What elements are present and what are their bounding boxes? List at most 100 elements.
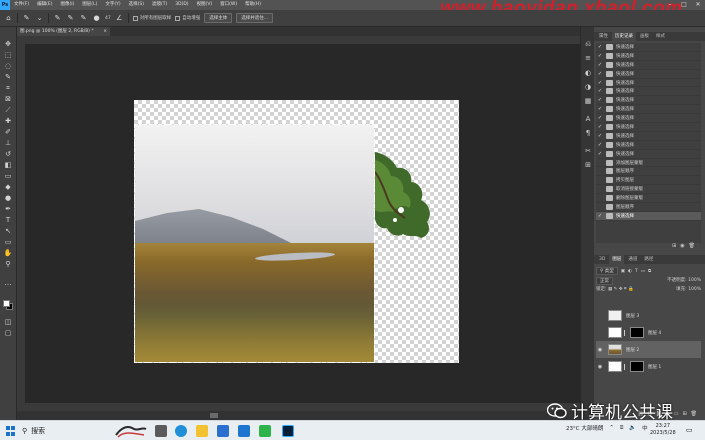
new-snapshot-icon[interactable]: ◉	[680, 243, 684, 251]
fill-control[interactable]: 填充: 100%	[676, 286, 701, 294]
channels-icon[interactable]: ⊞	[583, 161, 593, 170]
add-selection-icon[interactable]: ✎	[66, 14, 75, 23]
history-item[interactable]: 删除图层蒙版	[596, 194, 701, 204]
wechat-app-icon[interactable]	[259, 425, 271, 437]
windows-start-icon[interactable]	[6, 426, 16, 436]
dodge-tool-icon[interactable]: ●	[3, 194, 13, 203]
ime-indicator[interactable]: 中	[642, 424, 648, 432]
blur-tool-icon[interactable]: ◆	[3, 183, 13, 192]
task-view-icon[interactable]	[155, 425, 167, 437]
tools-preset-icon[interactable]: ✂	[583, 147, 593, 156]
properties-panel-icon[interactable]: ≡	[583, 54, 593, 63]
scrollbar-thumb[interactable]	[210, 413, 218, 418]
history-item[interactable]: ✓ 快速选择	[596, 123, 701, 132]
eye-icon[interactable]: ◉	[596, 347, 604, 353]
zoom-tool-icon[interactable]: ⚲	[3, 260, 13, 269]
type-tool-icon[interactable]: T	[3, 216, 13, 225]
layer-row[interactable]: ◉ 图层 2	[596, 341, 701, 358]
history-item[interactable]: 图层顺序	[596, 203, 701, 212]
frame-tool-icon[interactable]: ⊠	[3, 95, 13, 104]
history-item[interactable]: ✓ 快速选择	[596, 70, 701, 79]
volume-icon[interactable]: 🔈	[629, 425, 636, 431]
network-icon[interactable]: ⌸	[620, 425, 623, 432]
eyedropper-tool-icon[interactable]: ⟋	[3, 106, 13, 115]
mask-link-icon[interactable]	[624, 329, 628, 336]
quick-select-tool-icon[interactable]: ✎	[22, 14, 31, 23]
layer-row[interactable]: ◉ 图层 1	[596, 358, 701, 375]
menu-file[interactable]: 文件(F)	[10, 0, 33, 10]
menu-3d[interactable]: 3D(D)	[171, 0, 192, 10]
chevron-down-icon[interactable]: ⌄	[35, 14, 44, 23]
gradient-tool-icon[interactable]: ▭	[3, 172, 13, 181]
delete-state-icon[interactable]: 🗑	[689, 243, 695, 251]
sample-all-layers-checkbox[interactable]: 对所有图层取样	[132, 15, 171, 21]
filter-pixel-icon[interactable]: ▣	[621, 269, 625, 274]
auto-enhance-checkbox[interactable]: 自动增强	[175, 15, 200, 21]
hand-tool-icon[interactable]: ✋	[3, 249, 13, 258]
crop-tool-icon[interactable]: ⌗	[3, 84, 13, 93]
adjustments-panel-icon[interactable]: ◐	[583, 69, 593, 78]
history-panel-icon[interactable]: ⎌	[583, 40, 593, 49]
filter-smart-icon[interactable]: ⧉	[648, 268, 651, 274]
subtract-selection-icon[interactable]: ✎	[79, 14, 88, 23]
close-window-icon[interactable]: ✕	[691, 0, 705, 10]
taskbar-clock[interactable]: 23:27 2023/5/28	[650, 423, 676, 437]
close-icon[interactable]: ×	[103, 27, 107, 36]
history-item[interactable]: 添加图层蒙版	[596, 159, 701, 168]
weather-widget[interactable]: 23°C 大部晴朗	[566, 424, 603, 432]
menu-window[interactable]: 窗口(W)	[216, 0, 241, 10]
tab-styles[interactable]: 样式	[653, 32, 668, 41]
swatches-panel-icon[interactable]: ▦	[583, 97, 593, 106]
quick-mask-icon[interactable]: ◫	[3, 318, 13, 327]
home-icon[interactable]: ⌂	[4, 14, 13, 23]
color-panel-icon[interactable]: ◑	[583, 83, 593, 92]
shape-tool-icon[interactable]: ▭	[3, 238, 13, 247]
menu-filter[interactable]: 滤镜(T)	[148, 0, 171, 10]
menu-layer[interactable]: 图层(L)	[78, 0, 101, 10]
notification-icon[interactable]: ▭	[686, 426, 693, 434]
history-item[interactable]: 拷贝图层	[596, 176, 701, 186]
path-selection-tool-icon[interactable]: ↖	[3, 227, 13, 236]
history-item[interactable]: ✓ 快速选择	[596, 61, 701, 70]
history-item[interactable]: ✓ 快速选择	[596, 150, 701, 159]
menu-edit[interactable]: 编辑(E)	[33, 0, 56, 10]
new-layer-icon[interactable]: ⊞	[682, 411, 686, 419]
menu-help[interactable]: 帮助(H)	[241, 0, 265, 10]
history-item[interactable]: ✓ 快速选择	[596, 87, 701, 97]
menu-view[interactable]: 视图(V)	[193, 0, 217, 10]
tab-artboards[interactable]: 画板	[637, 32, 652, 41]
history-item[interactable]: ✓ 快速选择	[596, 96, 701, 106]
minimize-icon[interactable]: –	[663, 0, 677, 10]
filter-type-icon[interactable]: T	[635, 269, 638, 274]
taskbar-search[interactable]: ⚲ 搜索	[22, 424, 104, 438]
healing-tool-icon[interactable]: ✚	[3, 117, 13, 126]
history-brush-tool-icon[interactable]: ↺	[3, 150, 13, 159]
maximize-icon[interactable]: □	[677, 0, 691, 10]
brush-tool-icon[interactable]: ✐	[3, 128, 13, 137]
tab-properties[interactable]: 属性	[596, 32, 611, 41]
eye-icon[interactable]: ◉	[596, 364, 604, 370]
quick-selection-tool-icon[interactable]: ✎	[3, 73, 13, 82]
taskbar-banner-image[interactable]	[114, 423, 148, 439]
brush-preset-icon[interactable]: ●	[92, 14, 101, 23]
menu-type[interactable]: 文字(Y)	[101, 0, 124, 10]
tray-up-icon[interactable]: ⌃	[609, 425, 614, 431]
layer-mask-thumbnail[interactable]	[630, 361, 644, 372]
edge-browser-icon[interactable]	[175, 425, 187, 437]
screen-mode-icon[interactable]: ▢	[3, 329, 13, 338]
history-item[interactable]: 取消链接蒙版	[596, 185, 701, 195]
angle-icon[interactable]: ∠	[115, 14, 124, 23]
landscape-layer-image[interactable]	[134, 124, 375, 363]
blend-mode-select[interactable]: 正常	[596, 277, 613, 285]
tab-history[interactable]: 历史记录	[612, 32, 636, 41]
new-selection-icon[interactable]: ✎	[53, 14, 62, 23]
document-tab[interactable]: 图.png @ 100% (图层 2, RGB/8) * ×	[17, 27, 110, 36]
photoshop-app-icon[interactable]	[282, 425, 294, 437]
more-tools-icon[interactable]: …	[3, 279, 13, 288]
history-item[interactable]: ✓ 快速选择	[596, 43, 701, 52]
history-item[interactable]: ✓ 快速选择	[596, 79, 701, 88]
marquee-tool-icon[interactable]: ⬚	[3, 51, 13, 60]
tab-channels[interactable]: 通道	[625, 255, 640, 264]
history-item[interactable]: ✓ 快速选择	[596, 105, 701, 115]
group-icon[interactable]: ▭	[674, 411, 679, 419]
